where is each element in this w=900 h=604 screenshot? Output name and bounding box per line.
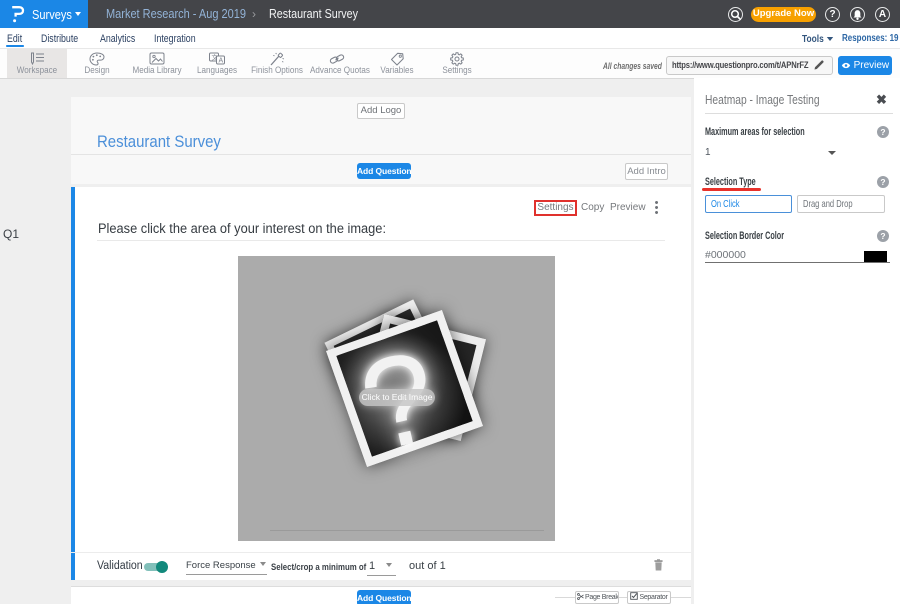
svg-text:A: A — [219, 58, 224, 65]
